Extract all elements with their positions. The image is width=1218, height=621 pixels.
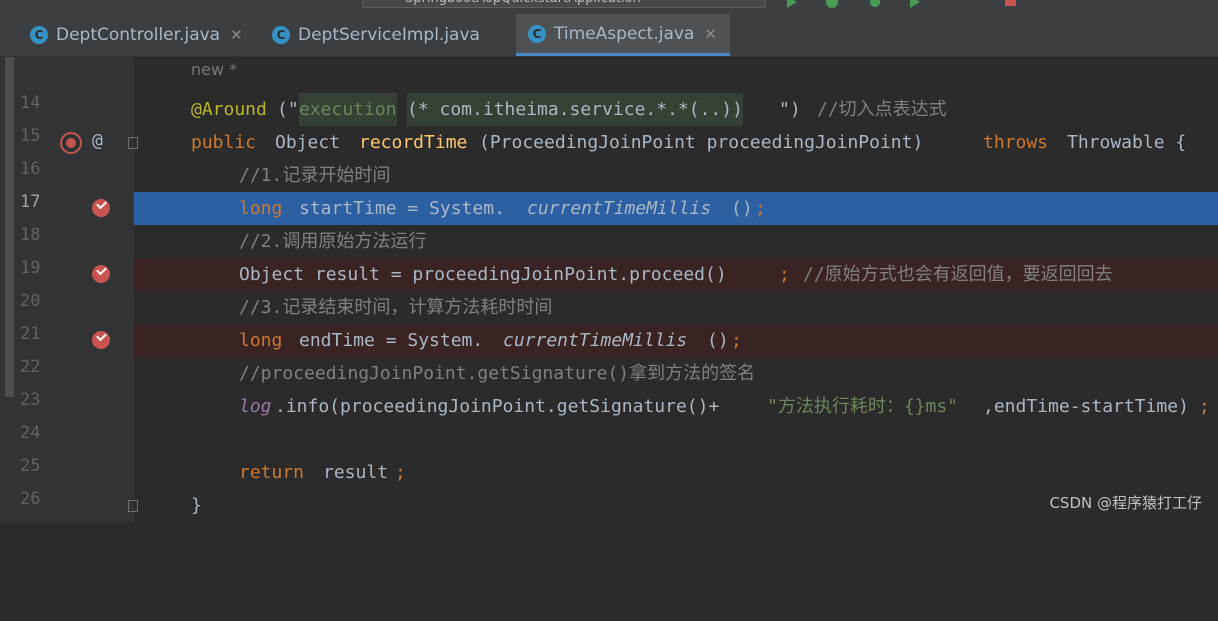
token: .info(proceedingJoinPoint.getSignature()…: [275, 396, 720, 417]
tab-label: DeptServiceImpl.java: [298, 25, 480, 45]
tab-deptserviceimpl[interactable]: C DeptServiceImpl.java ✕: [272, 14, 514, 56]
token: currentTimeMillis: [503, 330, 688, 351]
token: ,endTime-startTime): [983, 396, 1189, 417]
line-number: 14: [20, 93, 41, 113]
left-panel-scrollbar[interactable]: [5, 57, 14, 397]
code-line-14: @Around (" execution (* com.itheima.serv…: [134, 93, 1218, 126]
watermark: CSDN @程序猿打工仔: [1049, 494, 1202, 512]
token: endTime = System.: [299, 330, 484, 351]
breakpoint-icon[interactable]: [92, 331, 110, 349]
debug-icon[interactable]: [825, 0, 839, 8]
code-line-16: //1.记录开始时间: [134, 159, 1218, 192]
token: ;: [779, 264, 790, 285]
tab-deptcontroller[interactable]: C DeptController.java ✕: [30, 14, 260, 56]
token: log: [239, 396, 272, 417]
stop-icon[interactable]: [1004, 0, 1018, 8]
breakpoint-icon[interactable]: [92, 199, 110, 217]
line-number: 20: [20, 291, 41, 311]
line-number: 18: [20, 225, 41, 245]
author-hint: new *: [191, 60, 238, 79]
tab-label: TimeAspect.java: [554, 23, 695, 44]
token: long: [239, 198, 283, 219]
main-toolbar: SpringbootAopQuickstartApplication: [0, 0, 1218, 14]
run-icon[interactable]: [785, 0, 799, 8]
token: ;: [731, 330, 742, 351]
line-number: 19: [20, 258, 41, 278]
token: (): [707, 330, 729, 351]
inlay-hint-line: new *: [134, 60, 1218, 93]
line-number: 22: [20, 357, 41, 377]
line-number: 15: [20, 126, 41, 146]
token: ;: [755, 198, 766, 219]
breakpoint-icon[interactable]: [92, 265, 110, 283]
line-number: 16: [20, 159, 41, 179]
line-number: 17: [20, 192, 41, 212]
token: startTime = System.: [299, 198, 505, 219]
token: Object: [275, 132, 341, 153]
token: execution: [299, 93, 397, 126]
comment: //原始方式也会有返回值，要返回回去: [803, 264, 1113, 285]
code-line-18: //2.调用原始方法运行: [134, 225, 1218, 258]
token: (): [731, 198, 753, 219]
code-line-17-selected: long startTime = System. currentTimeMill…: [134, 192, 1218, 225]
aspect-method-icon[interactable]: [58, 130, 84, 156]
code-line-25: return result ;: [134, 456, 1218, 489]
class-icon: C: [272, 26, 290, 44]
run-config-selector[interactable]: SpringbootAopQuickstartApplication: [362, 0, 766, 8]
code-line-20: //3.记录结束时间，计算方法耗时时间: [134, 291, 1218, 324]
token: "): [779, 99, 801, 120]
code-line-22: //proceedingJoinPoint.getSignature()拿到方法…: [134, 357, 1218, 390]
token: currentTimeMillis: [527, 198, 712, 219]
token: ;: [1199, 396, 1210, 417]
token: result: [323, 462, 389, 483]
string: "方法执行耗时：{}ms": [767, 396, 959, 417]
comment: //3.记录结束时间，计算方法耗时时间: [239, 297, 553, 318]
line-number: 25: [20, 456, 41, 476]
token: public: [191, 132, 257, 153]
class-icon: C: [528, 24, 546, 43]
token: Throwable {: [1067, 132, 1187, 153]
comment: //切入点表达式: [817, 99, 947, 120]
line-number: 23: [20, 390, 41, 410]
line-number: 21: [20, 324, 41, 344]
token: throws: [983, 132, 1049, 153]
close-icon[interactable]: ✕: [704, 25, 717, 43]
line-number: 26: [20, 489, 41, 509]
token: @Around: [191, 99, 267, 120]
editor-tab-bar: C DeptController.java ✕ C DeptServiceImp…: [0, 14, 1218, 57]
line-number: 24: [20, 423, 41, 443]
token: (": [277, 99, 299, 120]
class-icon: C: [30, 26, 48, 44]
code-line-21-breakpoint: long endTime = System. currentTimeMillis…: [134, 324, 1218, 357]
token: ;: [395, 462, 406, 483]
comment: //2.调用原始方法运行: [239, 231, 427, 252]
close-icon[interactable]: ✕: [230, 26, 243, 44]
comment: //proceedingJoinPoint.getSignature()拿到方法…: [239, 363, 756, 384]
token: return: [239, 462, 305, 483]
token: recordTime: [359, 132, 468, 153]
token: (ProceedingJoinPoint proceedingJoinPoint…: [479, 132, 924, 153]
code-line-19-breakpoint: Object result = proceedingJoinPoint.proc…: [134, 258, 1218, 291]
code-editor[interactable]: new * @Around (" execution (* com.itheim…: [134, 57, 1218, 523]
code-line-23: log .info(proceedingJoinPoint.getSignatu…: [134, 390, 1218, 423]
token: long: [239, 330, 283, 351]
token: (* com.itheima.service.*.*(..)): [407, 93, 743, 126]
tab-timeaspect[interactable]: C TimeAspect.java ✕: [516, 14, 730, 56]
annotation-icon[interactable]: @: [92, 130, 103, 151]
token: }: [191, 495, 202, 516]
code-line-15: public Object recordTime (ProceedingJoin…: [134, 126, 1218, 159]
token: Object result = proceedingJoinPoint.proc…: [239, 264, 727, 285]
comment: //1.记录开始时间: [239, 165, 391, 186]
coverage-icon[interactable]: [868, 0, 882, 8]
profile-icon[interactable]: [908, 0, 922, 8]
tab-label: DeptController.java: [56, 25, 221, 45]
